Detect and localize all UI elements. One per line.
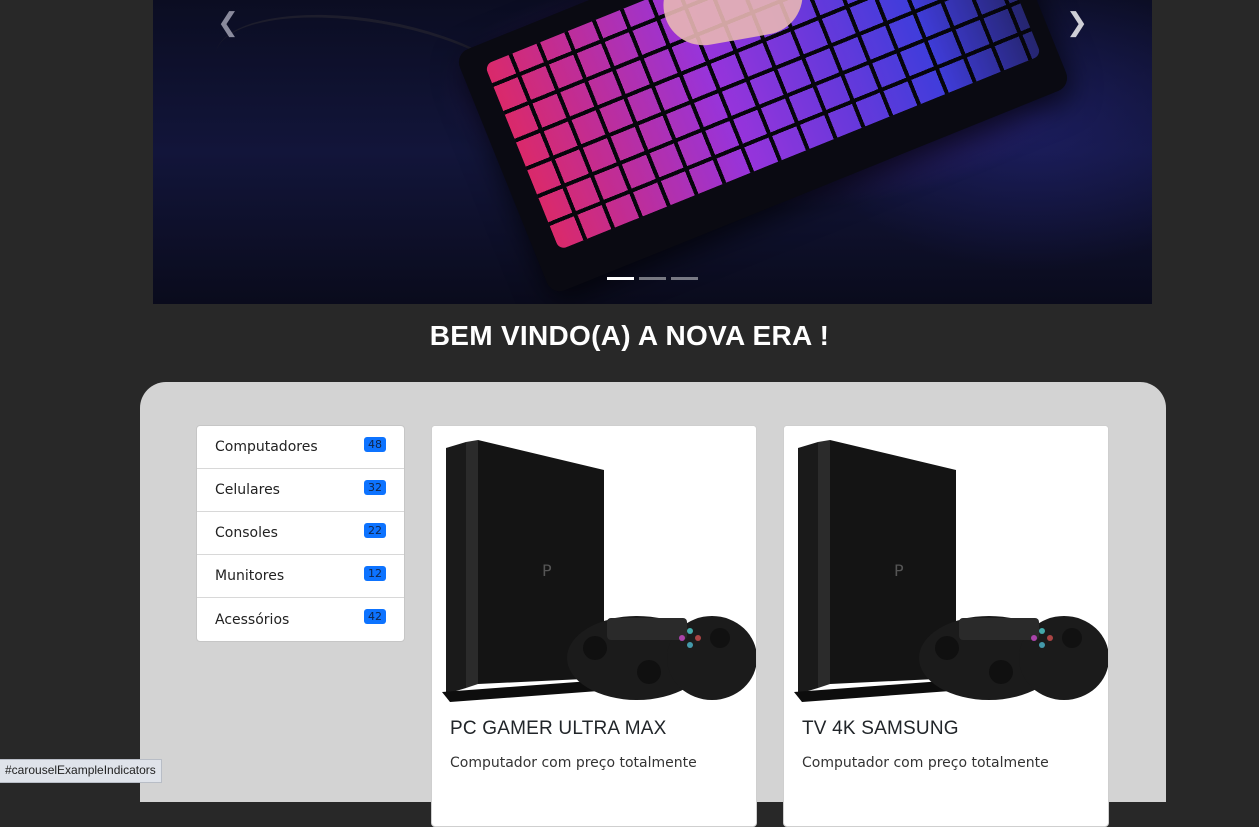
carousel-indicator-2[interactable] — [639, 277, 666, 280]
count-badge: 12 — [364, 565, 386, 581]
product-title: TV 4K SAMSUNG — [802, 718, 959, 739]
category-label: Acessórios — [215, 611, 290, 628]
category-label: Computadores — [215, 439, 318, 455]
count-badge: 22 — [364, 522, 386, 538]
svg-text:P: P — [894, 561, 904, 580]
carousel-indicator-3[interactable] — [671, 277, 698, 280]
status-bar-url: #carouselExampleIndicators — [0, 759, 162, 783]
carousel-indicator-1[interactable] — [607, 277, 634, 280]
svg-text:P: P — [542, 561, 552, 580]
category-item-acessorios[interactable]: Acessórios 42 — [197, 598, 404, 641]
category-label: Munitores — [215, 568, 285, 584]
carousel-prev-button[interactable]: ❮ — [213, 8, 243, 38]
category-item-computadores[interactable]: Computadores 48 — [197, 426, 404, 469]
carousel-indicators — [607, 277, 698, 280]
category-item-munitores[interactable]: Munitores 12 — [197, 555, 404, 598]
category-list: Computadores 48 Celulares 32 Consoles 22… — [196, 425, 405, 642]
hero-carousel: ❮ ❯ — [153, 0, 1152, 304]
product-title: PC GAMER ULTRA MAX — [450, 718, 667, 739]
category-label: Celulares — [215, 482, 280, 498]
count-badge: 32 — [364, 479, 386, 495]
product-image: P — [784, 426, 1108, 708]
product-image: P — [432, 426, 756, 708]
count-badge: 48 — [364, 436, 386, 452]
category-label: Consoles — [215, 525, 278, 541]
category-item-celulares[interactable]: Celulares 32 — [197, 469, 404, 512]
product-description: Computador com preço totalmente — [450, 755, 697, 771]
welcome-heading: BEM VINDO(A) A NOVA ERA ! — [429, 320, 830, 351]
carousel-next-button[interactable]: ❯ — [1062, 8, 1092, 38]
product-card[interactable]: P TV 4K SAMSUNG Computador com preço tot… — [783, 425, 1109, 827]
category-item-consoles[interactable]: Consoles 22 — [197, 512, 404, 555]
chevron-left-icon: ❮ — [217, 8, 239, 38]
count-badge: 42 — [364, 609, 386, 624]
main-content: Computadores 48 Celulares 32 Consoles 22… — [140, 382, 1166, 827]
product-card[interactable]: P PC GAMER ULTRA MAX Computador com preç… — [431, 425, 757, 827]
chevron-right-icon: ❯ — [1066, 8, 1088, 38]
product-description: Computador com preço totalmente — [802, 755, 1049, 771]
